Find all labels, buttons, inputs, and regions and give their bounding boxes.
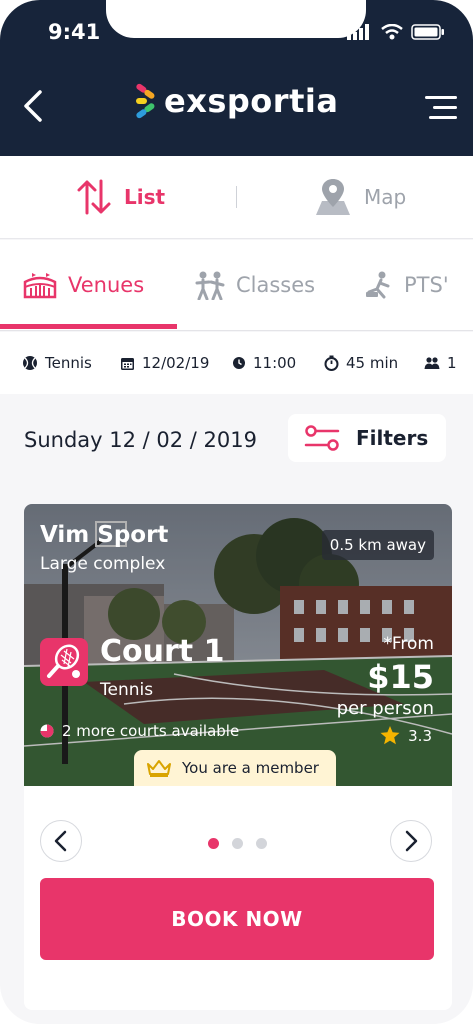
category-tabs: Venues Classes PTS' bbox=[0, 240, 473, 331]
time-value: 11:00 bbox=[253, 354, 297, 372]
date-value: 12/02/19 bbox=[142, 354, 210, 372]
back-button[interactable] bbox=[18, 86, 52, 126]
star-icon bbox=[380, 726, 400, 745]
crown-icon bbox=[147, 760, 171, 777]
list-view-toggle[interactable]: List bbox=[76, 176, 165, 218]
price-value: $15 bbox=[367, 658, 434, 696]
map-pin-icon bbox=[316, 179, 350, 215]
pt-icon bbox=[366, 271, 390, 299]
info-people: 1 bbox=[424, 354, 457, 372]
filters-label: Filters bbox=[356, 426, 429, 450]
duration-value: 45 min bbox=[346, 354, 399, 372]
venue-name: Vim Sport bbox=[40, 522, 169, 548]
people-value: 1 bbox=[447, 354, 457, 372]
device-notch bbox=[106, 0, 366, 38]
app-header: 9:41 exsportia bbox=[0, 0, 473, 156]
venue-card[interactable]: Vim Sport Large complex 0.5 km away Cour… bbox=[24, 504, 452, 1010]
stadium-icon bbox=[23, 273, 57, 299]
menu-icon bbox=[425, 96, 457, 119]
info-sport: Tennis bbox=[22, 354, 92, 372]
info-date: 12/02/19 bbox=[120, 354, 209, 372]
filters-button[interactable]: Filters bbox=[288, 414, 446, 462]
distance-badge: 0.5 km away bbox=[321, 530, 434, 560]
chevron-right-icon bbox=[405, 830, 418, 852]
info-time: 11:00 bbox=[232, 354, 296, 372]
map-view-toggle[interactable]: Map bbox=[314, 176, 406, 218]
status-time: 9:41 bbox=[48, 20, 101, 44]
court-sport-badge bbox=[40, 638, 88, 686]
tennis-racket-icon bbox=[47, 644, 80, 678]
per-person-label: per person bbox=[336, 698, 434, 719]
people-icon bbox=[424, 357, 440, 369]
sort-arrows-icon bbox=[77, 179, 111, 215]
member-badge-label: You are a member bbox=[182, 759, 319, 777]
filters-sliders-icon bbox=[304, 425, 340, 451]
classes-icon bbox=[195, 271, 225, 300]
calendar-icon bbox=[121, 357, 134, 370]
rating: 3.3 bbox=[380, 726, 432, 745]
back-arrow-icon bbox=[24, 90, 42, 122]
logo-mark-icon bbox=[136, 83, 155, 119]
map-label: Map bbox=[364, 185, 407, 209]
timer-icon bbox=[324, 355, 339, 371]
menu-button[interactable] bbox=[425, 94, 457, 122]
court-sport: Tennis bbox=[100, 680, 154, 700]
court-name: Court 1 bbox=[100, 634, 225, 669]
search-summary-bar[interactable]: Tennis 12/02/19 11:00 45 min 1 bbox=[0, 332, 473, 394]
tennis-ball-icon bbox=[23, 356, 37, 370]
tab-label: Venues bbox=[68, 273, 145, 297]
pagination-dot-active[interactable] bbox=[208, 838, 219, 849]
date-row: Sunday 12 / 02 / 2019 Filters bbox=[0, 394, 473, 494]
chevron-left-icon bbox=[54, 830, 67, 852]
tab-venues[interactable]: Venues bbox=[22, 270, 144, 300]
pie-indicator-icon bbox=[40, 724, 54, 738]
active-tab-indicator bbox=[0, 324, 177, 329]
sport-value: Tennis bbox=[45, 354, 92, 372]
venue-photo: Vim Sport Large complex 0.5 km away Cour… bbox=[24, 504, 452, 786]
venue-type: Large complex bbox=[40, 554, 166, 574]
member-badge: You are a member bbox=[134, 750, 336, 786]
price-from-label: *From bbox=[383, 634, 434, 654]
clock-icon bbox=[233, 357, 245, 369]
slide-pagination bbox=[208, 838, 267, 849]
next-slide-button[interactable] bbox=[390, 820, 432, 862]
battery-icon bbox=[411, 24, 444, 40]
date-heading: Sunday 12 / 02 / 2019 bbox=[24, 428, 257, 452]
toggle-divider bbox=[236, 186, 237, 208]
book-now-button[interactable]: BOOK NOW bbox=[40, 878, 434, 960]
list-label: List bbox=[124, 185, 166, 209]
more-courts-label: 2 more courts available bbox=[62, 722, 240, 740]
info-duration: 45 min bbox=[324, 354, 398, 372]
signal-icon bbox=[347, 24, 369, 40]
prev-slide-button[interactable] bbox=[40, 820, 82, 862]
brand-logo: exsportia bbox=[134, 82, 338, 120]
rating-value: 3.3 bbox=[408, 726, 432, 745]
more-courts-info[interactable]: 2 more courts available bbox=[40, 722, 239, 740]
tab-pts[interactable]: PTS' bbox=[364, 270, 449, 300]
pagination-dot[interactable] bbox=[232, 838, 243, 849]
view-toggle: List Map bbox=[0, 156, 473, 239]
wifi-icon bbox=[381, 24, 403, 40]
tab-label: Classes bbox=[236, 273, 316, 297]
status-icons bbox=[347, 24, 445, 40]
phone-screen: 9:41 exsportia List Map Venues Classes P… bbox=[0, 0, 473, 1024]
brand-name: exsportia bbox=[164, 82, 339, 120]
pagination-dot[interactable] bbox=[256, 838, 267, 849]
tab-label: PTS' bbox=[404, 273, 449, 297]
tab-classes[interactable]: Classes bbox=[194, 270, 315, 300]
